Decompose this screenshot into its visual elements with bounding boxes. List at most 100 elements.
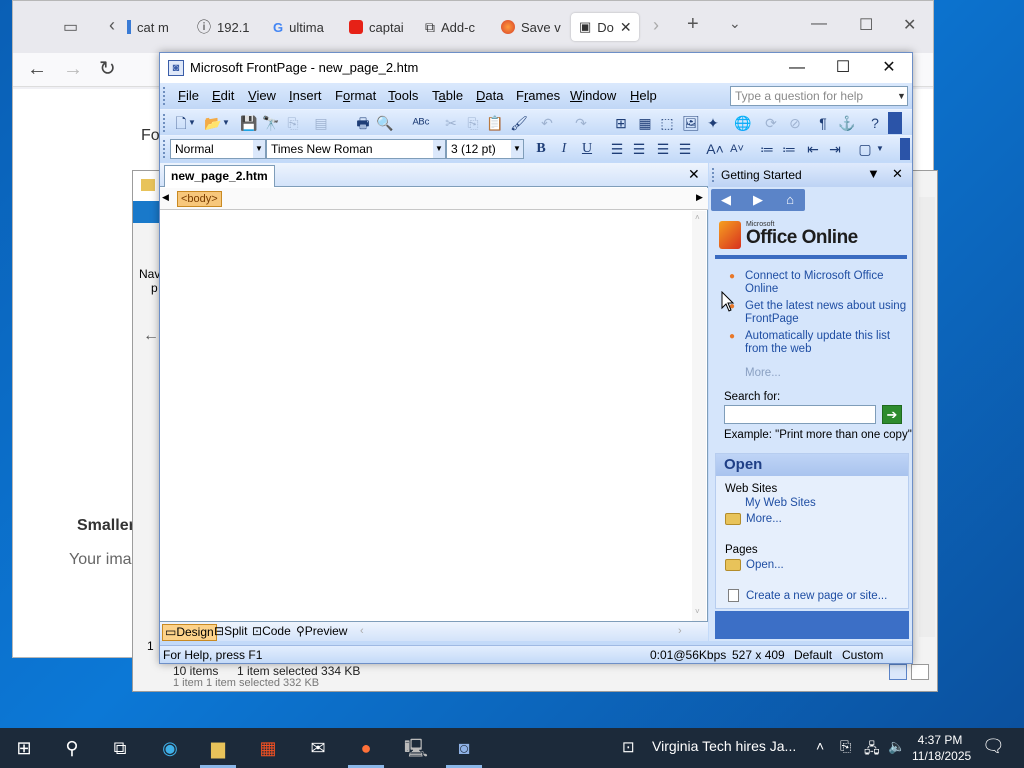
list-view-icon[interactable]: [911, 664, 929, 680]
publish-icon[interactable]: ⎘: [284, 114, 302, 132]
chevron-down-icon[interactable]: ▼: [253, 140, 265, 158]
ask-question-input[interactable]: Type a question for help: [730, 86, 908, 106]
chevron-down-icon[interactable]: ▼: [433, 140, 445, 158]
open-dropdown-icon[interactable]: ▼: [222, 114, 230, 132]
borders-dropdown-icon[interactable]: ▼: [876, 140, 884, 158]
increase-font-icon[interactable]: A˄: [706, 140, 724, 158]
menu-window[interactable]: Window: [570, 88, 616, 103]
format-painter-icon[interactable]: 🖌: [510, 114, 528, 132]
status-page-size[interactable]: 527 x 409: [732, 648, 785, 662]
align-right-icon[interactable]: ☰: [654, 140, 672, 158]
details-view-icon[interactable]: [889, 664, 907, 680]
print-preview-icon[interactable]: 🔍: [376, 114, 394, 132]
stop-icon[interactable]: ⊘: [786, 114, 804, 132]
edge-icon[interactable]: ◉: [158, 736, 182, 760]
tag-scroll-right-icon[interactable]: ▶: [696, 192, 703, 203]
view-preview-button[interactable]: ⚲Preview: [294, 624, 349, 641]
view-design-button[interactable]: ▭Design: [162, 624, 217, 641]
browser-tab[interactable]: ⓘ 192.1: [197, 13, 259, 41]
anchor-icon[interactable]: ⚓: [838, 114, 856, 132]
more-link[interactable]: More...: [745, 367, 781, 379]
find-icon[interactable]: 🔭: [262, 114, 280, 132]
pages-open-link[interactable]: Open...: [746, 559, 784, 571]
tabs-scroll-left-icon[interactable]: ‹: [109, 15, 115, 36]
close-tab-icon[interactable]: ✕: [620, 19, 632, 36]
minimize-icon[interactable]: —: [774, 56, 820, 80]
menu-file[interactable]: File: [178, 88, 199, 103]
clock[interactable]: 4:37 PM 11/18/2025: [912, 732, 971, 764]
back-icon[interactable]: ◀: [717, 191, 735, 209]
network-icon[interactable]: 🖧: [864, 738, 880, 762]
task-pane-menu-icon[interactable]: ▼: [867, 166, 880, 181]
mail-icon[interactable]: ✉: [306, 736, 330, 760]
status-custom[interactable]: Custom: [842, 648, 883, 662]
numbered-list-icon[interactable]: ≔: [758, 140, 776, 158]
toggle-pane-icon[interactable]: ▤: [312, 114, 330, 132]
windows-start-icon[interactable]: ⊞: [12, 736, 36, 760]
align-left-icon[interactable]: ☰: [608, 140, 626, 158]
frontpage-taskbar-icon[interactable]: ◙: [452, 736, 476, 760]
copy-icon[interactable]: ⎘: [464, 114, 482, 132]
browser-tab[interactable]: ⧉ Add-c: [425, 13, 493, 41]
my-web-sites-link[interactable]: My Web Sites: [745, 497, 816, 509]
help-icon[interactable]: ?: [866, 114, 884, 132]
print-icon[interactable]: 🖶: [354, 114, 372, 132]
design-edit-area[interactable]: [160, 211, 692, 621]
redo-icon[interactable]: ↷: [572, 114, 590, 132]
vertical-scrollbar[interactable]: ˄ ˅: [692, 211, 706, 621]
task-view-icon[interactable]: ⧉: [108, 736, 132, 760]
create-new-page-link[interactable]: Create a new page or site...: [746, 590, 887, 602]
browser-tab[interactable]: captai: [349, 13, 417, 41]
menu-table[interactable]: Table: [432, 88, 463, 103]
web-component-icon[interactable]: ⊞: [612, 114, 630, 132]
minimize-icon[interactable]: —: [811, 15, 827, 33]
justify-icon[interactable]: ☰: [676, 140, 694, 158]
align-center-icon[interactable]: ☰: [630, 140, 648, 158]
insert-table-icon[interactable]: ▦: [636, 114, 654, 132]
forward-arrow-icon[interactable]: →: [63, 59, 83, 79]
decrease-font-icon[interactable]: A˅: [728, 140, 746, 158]
task-pane-close-icon[interactable]: ✕: [892, 166, 903, 182]
ask-question-dropdown-icon[interactable]: ▼: [897, 87, 907, 105]
status-mode[interactable]: Default: [794, 648, 832, 662]
tab-overview-icon[interactable]: ▭: [63, 17, 78, 37]
toolbar-overflow-icon[interactable]: [888, 112, 902, 134]
firefox-icon[interactable]: ●: [354, 736, 378, 760]
tab-list-chevron-icon[interactable]: ⌄: [729, 15, 741, 32]
save-icon[interactable]: 💾: [240, 114, 258, 132]
hscroll-left-icon[interactable]: ‹: [360, 625, 364, 637]
cut-icon[interactable]: ✂: [442, 114, 460, 132]
italic-icon[interactable]: I: [555, 140, 573, 158]
font-select[interactable]: Times New Roman ▼: [266, 139, 446, 159]
meet-now-icon[interactable]: ⎘: [840, 738, 851, 755]
drawing-icon[interactable]: ✦: [704, 114, 722, 132]
notifications-icon[interactable]: 🗨: [982, 736, 1005, 757]
decrease-indent-icon[interactable]: ⇤: [804, 140, 822, 158]
menu-edit[interactable]: Edit: [212, 88, 234, 103]
search-input[interactable]: [724, 405, 876, 424]
toolbar-grip-icon[interactable]: [163, 114, 166, 132]
browser-tab[interactable]: Save v: [501, 13, 571, 41]
forward-icon[interactable]: ▶: [749, 191, 767, 209]
close-document-icon[interactable]: ✕: [688, 166, 700, 183]
menu-view[interactable]: View: [248, 88, 276, 103]
browser-tab-active[interactable]: ▣ Do ✕: [571, 13, 639, 41]
browser-tab[interactable]: cat m: [127, 13, 179, 41]
search-go-arrow-icon[interactable]: ➔: [882, 405, 902, 424]
menu-frames[interactable]: Frames: [516, 88, 560, 103]
file-explorer-icon[interactable]: ▆: [206, 736, 230, 760]
tabs-scroll-right-icon[interactable]: ›: [653, 15, 659, 36]
insert-layer-icon[interactable]: ⬚: [658, 114, 676, 132]
auto-update-link[interactable]: Automatically update this list from the …: [745, 330, 907, 356]
menu-tools[interactable]: Tools: [388, 88, 418, 103]
show-all-icon[interactable]: ¶: [814, 114, 832, 132]
close-icon[interactable]: ✕: [903, 15, 916, 35]
status-download-time[interactable]: 0:01@56Kbps: [650, 648, 726, 662]
web-sites-more-link[interactable]: More...: [746, 513, 782, 525]
explorer-back-arrow-icon[interactable]: ←: [143, 327, 159, 345]
open-folder-icon[interactable]: 📂: [204, 114, 222, 132]
store-icon[interactable]: ▦: [256, 736, 280, 760]
toolbar-overflow-icon[interactable]: [900, 138, 910, 160]
toolbar-grip-icon[interactable]: [163, 140, 166, 158]
view-split-button[interactable]: ⊟Split: [212, 624, 249, 641]
